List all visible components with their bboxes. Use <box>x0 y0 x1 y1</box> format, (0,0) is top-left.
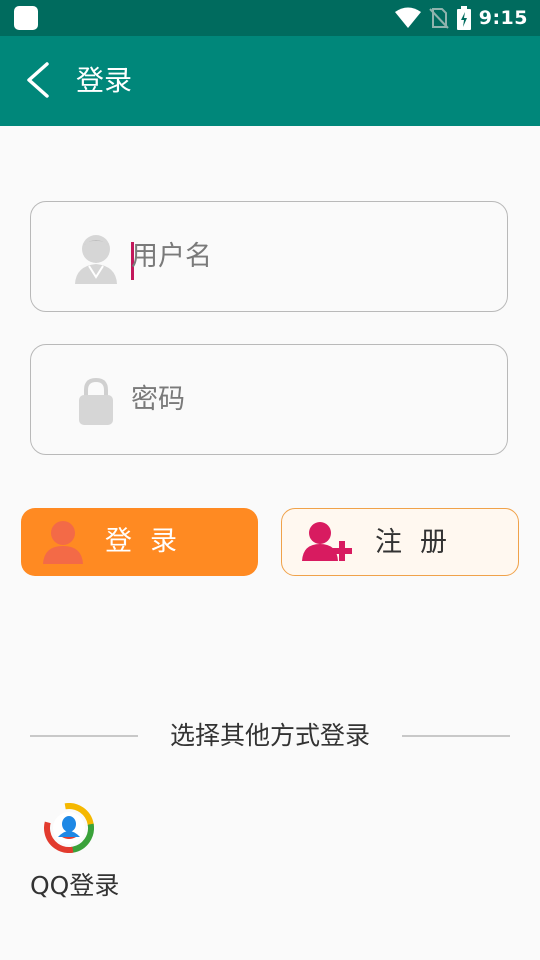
register-button-label: 注册 <box>375 527 465 558</box>
status-bar: 9:15 <box>0 0 540 36</box>
app-bar: 登录 <box>0 36 540 126</box>
lock-icon <box>79 377 113 425</box>
add-user-icon <box>302 522 352 561</box>
qq-login-label[interactable]: QQ登录 <box>30 866 119 906</box>
status-icons: 9:15 <box>394 0 528 36</box>
user-avatar-icon <box>75 235 117 284</box>
divider-right <box>402 735 510 737</box>
login-button[interactable]: 登录 <box>21 508 258 576</box>
divider-left <box>30 735 138 737</box>
qq-logo-icon[interactable] <box>44 803 94 853</box>
password-input[interactable] <box>131 345 471 454</box>
app-notification-icon <box>14 6 38 30</box>
wifi-icon <box>394 7 421 28</box>
chevron-left-icon[interactable] <box>18 58 58 102</box>
register-button[interactable]: 注册 <box>281 508 519 576</box>
login-button-label: 登录 <box>105 526 195 557</box>
username-field[interactable] <box>30 201 508 312</box>
no-sim-icon <box>429 8 449 29</box>
other-login-title: 选择其他方式登录 <box>169 721 370 750</box>
password-field[interactable] <box>30 344 508 455</box>
battery-charging-icon <box>456 6 471 30</box>
status-time: 9:15 <box>478 7 528 29</box>
page-title: 登录 <box>76 64 133 97</box>
user-icon <box>43 521 83 564</box>
username-input[interactable] <box>131 202 471 311</box>
